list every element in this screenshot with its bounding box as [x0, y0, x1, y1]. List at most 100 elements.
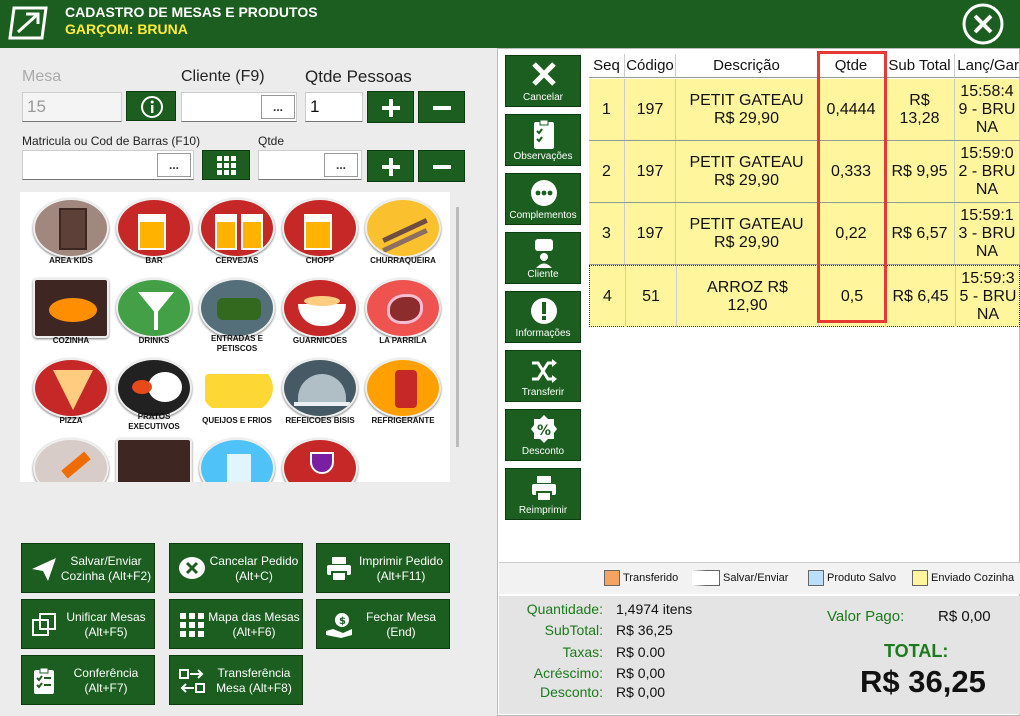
- matricula-label: Matricula ou Cod de Barras (F10): [22, 134, 201, 148]
- cloche-icon: [282, 358, 358, 418]
- table-row-selected[interactable]: 4 51 ARROZ R$ 12,90 0,5 R$ 6,45 15:59:35…: [589, 265, 1020, 327]
- taxas-label: Taxas:: [562, 644, 603, 660]
- cliente-label: Cliente (F9): [181, 68, 265, 85]
- tables-map-button[interactable]: Mapa das Mesas (Alt+F6): [169, 599, 303, 649]
- pizza-slice-icon: [33, 358, 109, 418]
- category-tile[interactable]: [198, 438, 276, 482]
- info-button[interactable]: [126, 91, 176, 121]
- category-pratos-executivos[interactable]: PRATOS EXECUTIVOS: [115, 358, 193, 432]
- cancel-item-button[interactable]: Cancelar: [505, 55, 581, 107]
- beer-mugs-icon: [199, 198, 275, 258]
- category-la-parrila[interactable]: LA PARRILA: [364, 278, 442, 352]
- food-photo-icon: [116, 438, 192, 482]
- category-tile[interactable]: [115, 438, 193, 482]
- pessoas-plus-button[interactable]: [367, 91, 414, 123]
- reprint-button[interactable]: Reimprimir: [505, 468, 581, 520]
- category-bar[interactable]: BAR: [115, 198, 193, 272]
- minus-icon: [433, 165, 451, 169]
- merge-tables-button[interactable]: Unificar Mesas (Alt+F5): [21, 599, 155, 649]
- customer-chat-icon: [535, 239, 553, 268]
- noodle-bowl-icon: [282, 278, 358, 338]
- info-icon: [141, 96, 163, 118]
- category-tile[interactable]: [32, 438, 110, 482]
- mesa-label: Mesa: [22, 68, 62, 85]
- transfer-icon: [179, 669, 205, 693]
- table-row[interactable]: 2 197 PETIT GATEAU R$ 29,90 0,333 R$ 9,9…: [589, 141, 1020, 203]
- category-cervejas[interactable]: CERVEJAS: [198, 198, 276, 272]
- svg-text:%: %: [537, 423, 551, 439]
- wine-glass-icon: [282, 438, 358, 482]
- category-entradas[interactable]: ENTRADAS E PETISCOS: [198, 278, 276, 353]
- close-icon[interactable]: [961, 2, 1005, 46]
- column-header-seq[interactable]: Seq: [589, 54, 625, 78]
- legend-swatch: [604, 570, 620, 587]
- category-pizza[interactable]: PIZZA: [32, 358, 110, 432]
- category-area-kids[interactable]: AREA KIDS: [32, 198, 110, 272]
- app-logo-icon: [8, 6, 48, 40]
- send-icon: [32, 558, 56, 581]
- column-header-lanc-gar[interactable]: Lanç/Gar: [955, 54, 1020, 78]
- complements-button[interactable]: Complementos: [505, 173, 581, 225]
- product-grid-button[interactable]: [202, 150, 250, 180]
- carrot-icon: [33, 438, 109, 482]
- category-cozinha[interactable]: COZINHA: [32, 278, 110, 352]
- information-button[interactable]: Informações: [505, 291, 581, 343]
- draft-beer-icon: [282, 198, 358, 258]
- printer-icon: [327, 557, 351, 582]
- window-title: CADASTRO DE MESAS E PRODUTOS: [65, 4, 318, 20]
- category-scrollbar[interactable]: [456, 207, 459, 447]
- category-chopp[interactable]: CHOPP: [281, 198, 359, 272]
- dish-photo-icon: [33, 278, 109, 338]
- category-refeicoes[interactable]: REFEICOES BISIS: [281, 358, 359, 432]
- category-guarnicoes[interactable]: GUARNICOES: [281, 278, 359, 352]
- pessoas-input[interactable]: 1: [305, 92, 363, 122]
- category-queijos-frios[interactable]: QUEIJOS E FRIOS: [198, 358, 276, 432]
- legend-swatch: [692, 570, 720, 587]
- category-tile[interactable]: [281, 438, 359, 482]
- discount-button[interactable]: % Desconto: [505, 409, 581, 461]
- valor-pago-label: Valor Pago:: [827, 608, 905, 625]
- conference-button[interactable]: Conferência (Alt+F7): [21, 655, 155, 705]
- qtde-search-button[interactable]: ...: [324, 153, 358, 177]
- observations-button[interactable]: Observações: [505, 114, 581, 166]
- cancel-order-button[interactable]: Cancelar Pedido (Alt+C): [169, 543, 303, 593]
- subtotal-label: SubTotal:: [544, 622, 603, 638]
- qtde-column-highlight: [817, 51, 887, 323]
- transfer-item-button[interactable]: Transferir: [505, 350, 581, 402]
- alert-icon: [531, 298, 557, 324]
- cocktail-icon: [116, 278, 192, 338]
- beer-mug-icon: [116, 198, 192, 258]
- close-icon: [532, 62, 556, 86]
- svg-text:$: $: [339, 616, 346, 627]
- legend-salvar-enviar: Salvar/Enviar: [692, 566, 788, 590]
- cancel-chat-icon: [179, 557, 205, 579]
- qtde-plus-button[interactable]: [367, 150, 414, 182]
- merge-icon: [32, 613, 56, 636]
- customer-button[interactable]: Cliente: [505, 232, 581, 284]
- save-send-kitchen-button[interactable]: Salvar/Enviar Cozinha (Alt+F2): [21, 543, 155, 593]
- category-churraqueira[interactable]: CHURRAQUEIRA: [364, 198, 442, 272]
- column-header-subtotal[interactable]: Sub Total: [885, 54, 955, 78]
- column-header-descricao[interactable]: Descrição: [676, 54, 818, 78]
- cliente-search-button[interactable]: ...: [261, 95, 295, 119]
- total-label: TOTAL:: [884, 641, 949, 661]
- column-header-codigo[interactable]: Código: [625, 54, 676, 78]
- pessoas-minus-button[interactable]: [418, 91, 465, 123]
- transfer-table-button[interactable]: Transferência Mesa (Alt+F8): [169, 655, 303, 705]
- mesa-input[interactable]: 15: [22, 92, 122, 122]
- qtde-minus-button[interactable]: [418, 150, 465, 182]
- total-value: R$ 36,25: [860, 664, 986, 699]
- desconto-label: Desconto:: [539, 684, 603, 700]
- title-bar: CADASTRO DE MESAS E PRODUTOS GARÇOM: BRU…: [0, 0, 1020, 48]
- print-order-button[interactable]: Imprimir Pedido (Alt+F11): [316, 543, 450, 593]
- steak-icon: [365, 278, 441, 338]
- matricula-search-button[interactable]: ...: [157, 153, 191, 177]
- category-drinks[interactable]: DRINKS: [115, 278, 193, 352]
- close-table-button[interactable]: $ Fechar Mesa (End): [316, 599, 450, 649]
- valor-pago-value: R$ 0,00: [938, 608, 991, 625]
- grid-icon: [180, 613, 204, 637]
- table-row[interactable]: 1 197 PETIT GATEAU R$ 29,90 0,4444 R$ 13…: [589, 79, 1020, 141]
- quantidade-value: 1,4974 itens: [616, 601, 693, 617]
- category-refrigerante[interactable]: REFRIGERANTE: [364, 358, 442, 432]
- table-row[interactable]: 3 197 PETIT GATEAU R$ 29,90 0,22 R$ 6,57…: [589, 203, 1020, 265]
